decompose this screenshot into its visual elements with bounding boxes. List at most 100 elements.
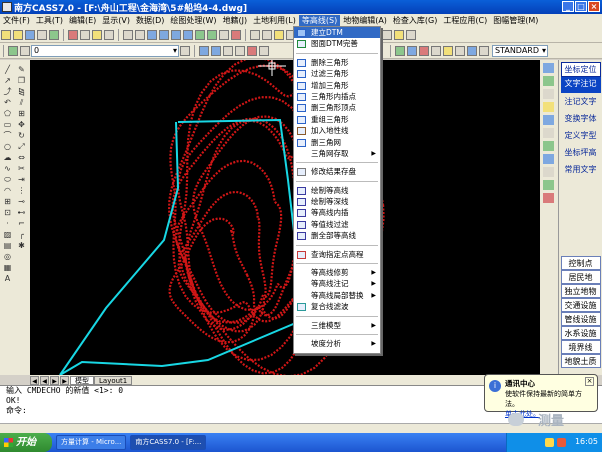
line-icon[interactable]: ╱: [2, 65, 13, 74]
help-icon[interactable]: [231, 29, 241, 40]
hatch-icon[interactable]: ▨: [2, 230, 13, 239]
move-tool-icon[interactable]: ✥: [16, 120, 27, 129]
cass-menu-button[interactable]: 常用文字: [561, 163, 601, 178]
menu-item[interactable]: 增加三角形: [294, 80, 380, 91]
menu-item[interactable]: 三角形内插点: [294, 91, 380, 102]
polyline-icon[interactable]: ⤴: [2, 87, 13, 96]
cass-tool-3-icon[interactable]: [274, 29, 284, 40]
join-icon[interactable]: ⊷: [16, 208, 27, 217]
cass-grid-icon[interactable]: [419, 45, 429, 56]
cass-layer-icon[interactable]: [395, 45, 405, 56]
cass-menu-button[interactable]: 注记文字: [561, 95, 601, 110]
menu-item[interactable]: 图幅管理(M): [490, 15, 541, 26]
save-icon[interactable]: [25, 29, 35, 40]
text-style-combo[interactable]: STANDARD: [492, 44, 548, 57]
cass-menu-button[interactable]: 变换字体: [561, 112, 601, 127]
previous-tab-button[interactable]: ◀: [40, 375, 49, 385]
balloon-close-icon[interactable]: ×: [585, 377, 594, 386]
redo-icon[interactable]: [135, 29, 145, 40]
close-button[interactable]: ×: [588, 1, 600, 12]
query-tool-icon[interactable]: [543, 89, 554, 99]
undo-2-icon[interactable]: [259, 45, 269, 56]
distance-icon[interactable]: [543, 141, 554, 151]
menu-item[interactable]: 绘图处理(W): [167, 15, 219, 26]
delete-icon[interactable]: [543, 193, 554, 203]
zoom-previous-icon[interactable]: [183, 29, 193, 40]
spline-icon[interactable]: ∿: [2, 164, 13, 173]
menu-item[interactable]: 图面DTM完善: [294, 38, 380, 49]
menu-item[interactable]: 工具(T): [33, 15, 66, 26]
menu-item[interactable]: 坡度分析 ▶: [294, 338, 380, 349]
gradient-icon[interactable]: ▤: [2, 241, 13, 250]
array-icon[interactable]: ⊞: [16, 109, 27, 118]
construction-line-icon[interactable]: ↗: [2, 76, 13, 85]
menu-item[interactable]: 过滤三角形: [294, 68, 380, 79]
stretch-icon[interactable]: ⇔: [16, 153, 27, 162]
area-icon[interactable]: [543, 128, 554, 138]
zoom-window-icon[interactable]: [171, 29, 181, 40]
circle-icon[interactable]: ○: [2, 142, 13, 151]
erase-tool-icon[interactable]: ✎: [16, 65, 27, 74]
menu-item[interactable]: 删除三角形: [294, 57, 380, 68]
cass-category-button[interactable]: 交通设施: [560, 298, 601, 312]
cass-menu-button[interactable]: 文字注记: [560, 77, 601, 93]
measure-icon[interactable]: [543, 102, 554, 112]
ellipse-icon[interactable]: ⬭: [2, 175, 13, 184]
cass-category-button[interactable]: 独立地物: [560, 284, 601, 298]
menu-item[interactable]: 等高线局部替换 ▶: [294, 290, 380, 301]
break-point-icon[interactable]: ⋮: [16, 186, 27, 195]
cass-dim-icon[interactable]: [455, 45, 465, 56]
polygon-icon[interactable]: ⬠: [2, 109, 13, 118]
layer-filter-icon[interactable]: [543, 76, 554, 86]
menu-item[interactable]: 等高线内插: [294, 207, 380, 218]
menu-item[interactable]: 等高线修剪 ▶: [294, 267, 380, 278]
design-center-icon[interactable]: [207, 29, 217, 40]
cass-tool-12-icon[interactable]: [382, 29, 392, 40]
list-icon[interactable]: [543, 167, 554, 177]
menu-item[interactable]: 等值线过滤: [294, 219, 380, 230]
menu-item[interactable]: 文件(F): [0, 15, 33, 26]
chamfer-icon[interactable]: ⌐: [16, 219, 27, 228]
cass-block-icon[interactable]: [467, 45, 477, 56]
menu-item[interactable]: 查询指定点高程: [294, 249, 380, 260]
menu-item[interactable]: 删三角网: [294, 137, 380, 148]
ellipse-arc-icon[interactable]: ◠: [2, 186, 13, 195]
copy-tool-icon[interactable]: ❐: [16, 76, 27, 85]
menu-item[interactable]: 三角网存取 ▶: [294, 148, 380, 159]
scale-icon[interactable]: ⤢: [16, 142, 27, 151]
angle-icon[interactable]: [543, 154, 554, 164]
zoom-realtime-icon[interactable]: [159, 29, 169, 40]
next-tab-button[interactable]: ▶: [50, 375, 59, 385]
menu-item[interactable]: 地籍(J): [220, 15, 251, 26]
move-icon[interactable]: [223, 45, 233, 56]
layer-combo[interactable]: 0: [31, 44, 179, 57]
extend-icon[interactable]: ⇥: [16, 175, 27, 184]
menu-item[interactable]: 显示(V): [99, 15, 133, 26]
cass-snap-icon[interactable]: [431, 45, 441, 56]
minimize-button[interactable]: _: [562, 1, 574, 12]
taskbar-item[interactable]: 方量计算 - Micro...: [56, 435, 127, 450]
layout-tab[interactable]: 模型: [70, 375, 94, 385]
cass-category-button[interactable]: 居民地: [560, 270, 601, 284]
offset-icon[interactable]: ⫽: [16, 98, 27, 107]
cass-category-button[interactable]: 地貌土质: [560, 354, 601, 368]
check-icon[interactable]: [543, 180, 554, 190]
cass-menu-button[interactable]: 定义字型: [561, 129, 601, 144]
arc-2-icon[interactable]: ⌒: [2, 131, 13, 140]
explode-icon[interactable]: ✱: [16, 241, 27, 250]
last-tab-button[interactable]: ▶: [60, 375, 69, 385]
layer-manager-icon[interactable]: [8, 45, 18, 56]
new-file-icon[interactable]: [1, 29, 11, 40]
trim-icon[interactable]: ✂: [16, 164, 27, 173]
menu-item[interactable]: 复合线滤波: [294, 301, 380, 312]
menu-item[interactable]: 检查入库(G): [390, 15, 440, 26]
arc-icon[interactable]: ↶: [2, 98, 13, 107]
menu-item[interactable]: 三维模型 ▶: [294, 320, 380, 331]
cut-icon[interactable]: [68, 29, 78, 40]
menu-item[interactable]: 地物编辑(A): [340, 15, 390, 26]
maximize-button[interactable]: □: [575, 1, 587, 12]
start-button[interactable]: 开始: [0, 433, 52, 452]
point-icon[interactable]: ·: [2, 219, 13, 228]
make-current-layer-icon[interactable]: [180, 45, 190, 56]
copy-icon[interactable]: [80, 29, 90, 40]
